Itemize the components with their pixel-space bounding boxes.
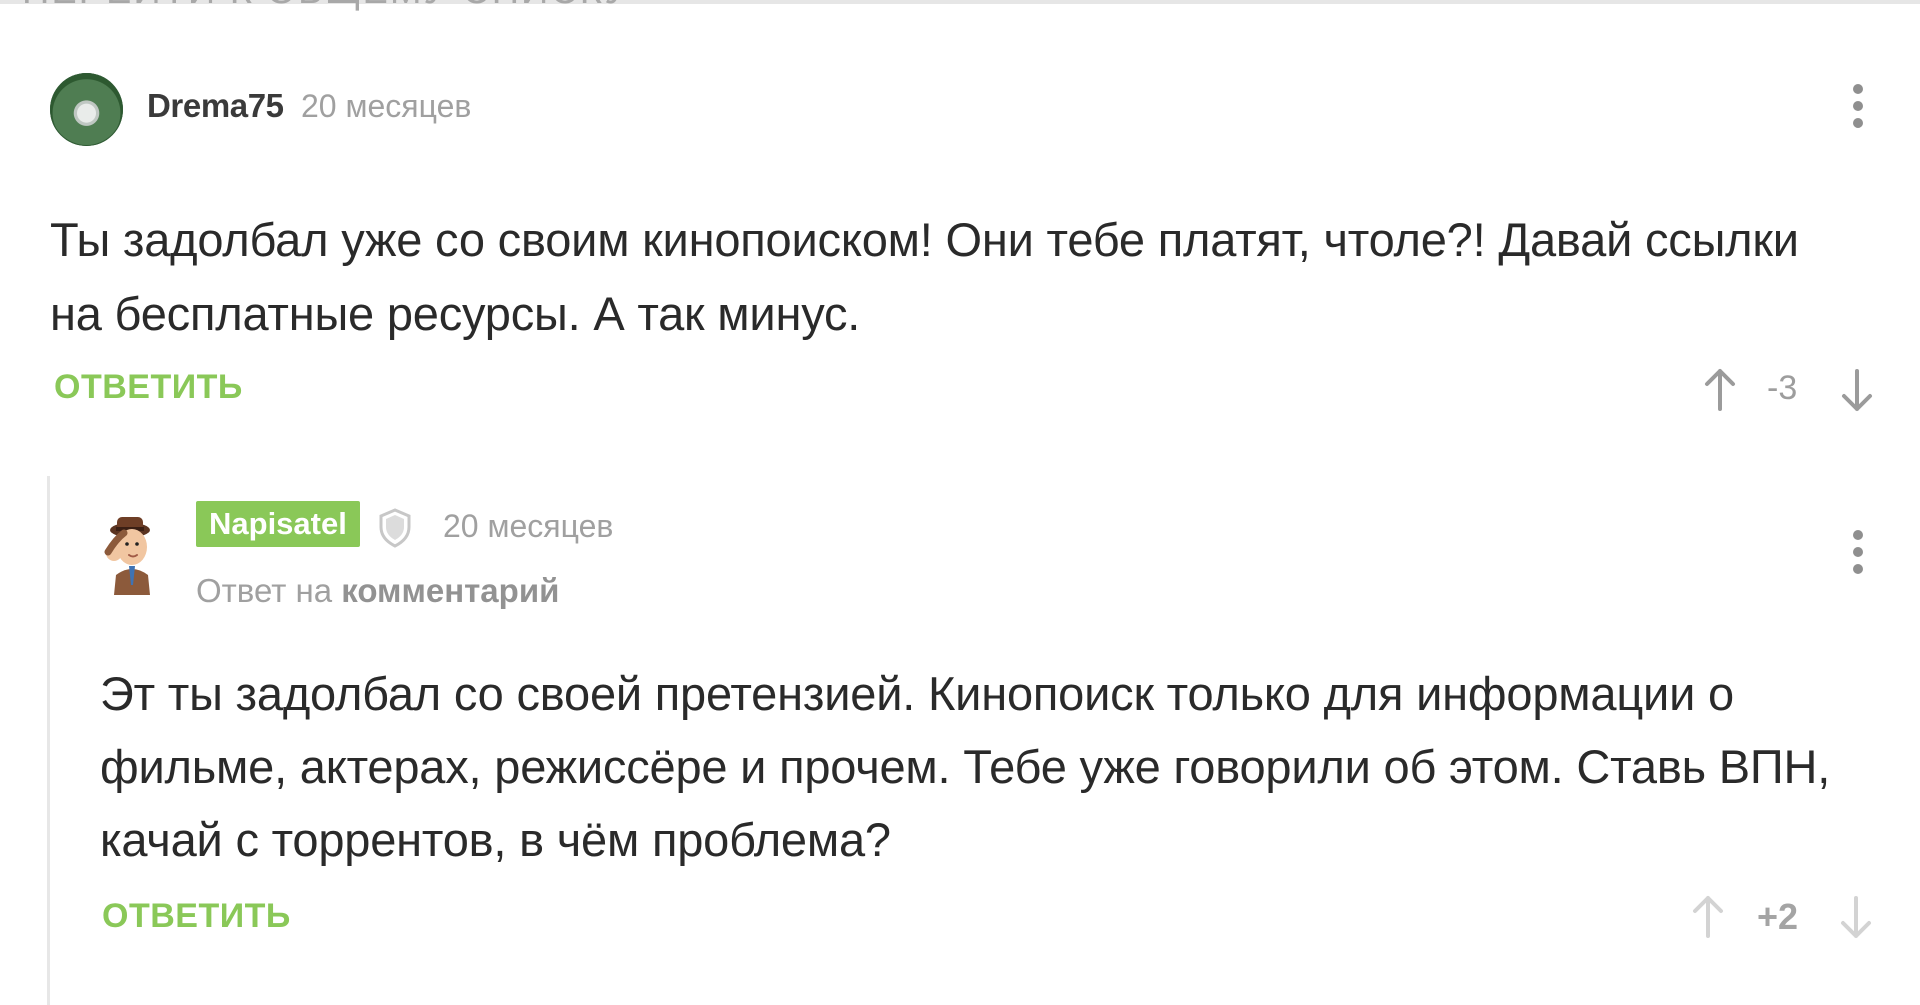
comment-score: +2 [1757,896,1799,937]
reply-to-comment-link[interactable]: комментарий [341,572,559,609]
arrow-down-icon[interactable] [1833,892,1879,942]
comment-score: -3 [1767,369,1798,407]
arrow-up-icon[interactable] [1697,365,1743,415]
reply-to-info: Ответ на комментарий [196,572,559,610]
back-to-list-link[interactable]: ПЕРЕЙТИ К ОБЩЕМУ СПИСКУ [22,0,630,13]
comment-time[interactable]: 20 месяцев [301,88,471,125]
more-vertical-icon[interactable] [1853,84,1863,128]
comment-text: Эт ты задолбал со своей претензией. Кино… [100,667,1831,866]
comment-author-napisatel[interactable]: Napisatel [196,501,360,547]
comment-text: Ты задолбал уже со своим кинопоиском! Он… [50,213,1799,340]
user-avatar-drema75[interactable] [50,73,123,146]
more-vertical-icon[interactable] [1853,530,1863,574]
user-avatar-napisatel[interactable] [98,513,166,595]
reply-button[interactable]: ОТВЕТИТЬ [54,368,243,407]
comment-time[interactable]: 20 месяцев [443,508,613,545]
arrow-up-icon[interactable] [1685,892,1731,942]
arrow-down-icon[interactable] [1834,365,1880,415]
reply-thread-line [47,476,50,1005]
shield-icon [379,508,411,548]
comment-author-drema75[interactable]: Drema75 [147,87,284,125]
reply-to-prefix: Ответ на [196,572,333,609]
reply-button[interactable]: ОТВЕТИТЬ [102,897,291,936]
